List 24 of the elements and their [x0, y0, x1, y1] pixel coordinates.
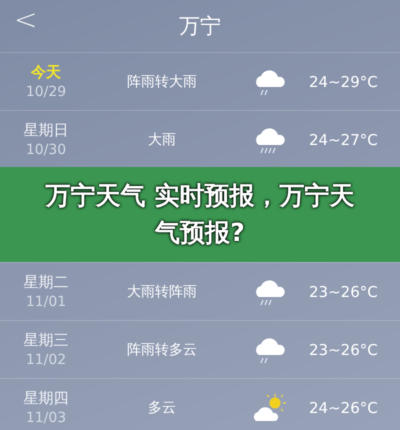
city-title: 万宁 — [179, 13, 221, 40]
date-label: 11/01 — [26, 294, 66, 310]
date-label: 11/03 — [26, 410, 66, 426]
weather-label: 大雨转阵雨 — [126, 282, 198, 300]
day-label: 星期日 — [24, 121, 68, 140]
weather-label: 阵雨转大雨 — [126, 72, 198, 90]
sun-cloud-icon — [253, 392, 287, 422]
weather-label: 大雨 — [147, 130, 177, 148]
date-label: 11/02 — [26, 352, 66, 368]
back-button[interactable]: < — [14, 6, 38, 34]
day-label: 星期二 — [24, 273, 68, 292]
day-label: 星期四 — [24, 389, 68, 408]
temperature-label: 23~26°C — [309, 340, 378, 358]
headline: 万宁天气 实时预报，万宁天气预报? — [44, 180, 356, 248]
date-label: 10/30 — [26, 142, 66, 158]
weather-label: 阵雨转多云 — [126, 340, 198, 358]
temperature-label: 24~26°C — [309, 398, 378, 416]
date-label: 10/29 — [26, 84, 66, 100]
day-label: 星期三 — [24, 331, 68, 350]
day-label: 今天 — [31, 63, 61, 82]
temperature-label: 24~29°C — [309, 72, 378, 90]
temperature-label: 23~26°C — [309, 282, 378, 300]
temperature-label: 24~27°C — [309, 130, 378, 148]
weather-label: 多云 — [147, 398, 177, 416]
